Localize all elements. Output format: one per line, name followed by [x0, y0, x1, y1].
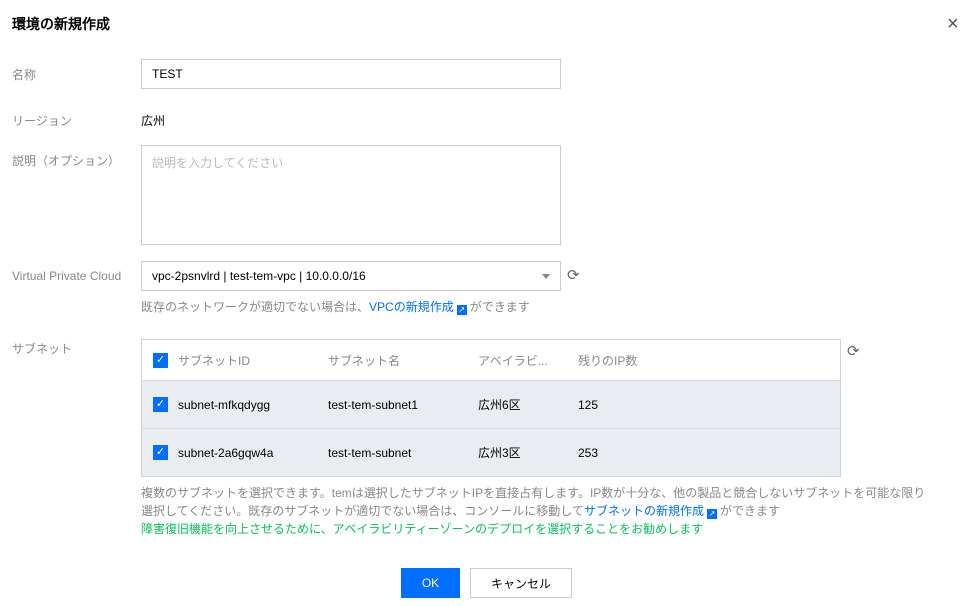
vpc-help-suffix: ができます — [469, 300, 530, 314]
subnet-zone: 広州6区 — [478, 398, 521, 412]
subnet-name: test-tem-subnet — [328, 445, 412, 460]
vpc-label: Virtual Private Cloud — [12, 269, 122, 283]
subnet-zone: 広州3区 — [478, 446, 521, 460]
table-header: ✓ サブネットID サブネット名 アベイラビ... 残りのIP数 — [142, 340, 840, 380]
row-checkbox[interactable]: ✓ — [153, 397, 168, 412]
table-row[interactable]: ✓ subnet-mfkqdygg test-tem-subnet1 広州6区 … — [142, 380, 840, 428]
name-input[interactable]: TEST — [141, 59, 561, 89]
subnet-ips: 125 — [578, 397, 599, 412]
subnet-ips: 253 — [578, 445, 599, 460]
vpc-help-text: 既存のネットワークが適切でない場合は、 — [141, 300, 370, 314]
vpc-refresh-icon[interactable]: ⟳ — [567, 266, 580, 284]
row-checkbox[interactable]: ✓ — [153, 445, 168, 460]
subnet-help-line1: 複数のサブネットを選択できます。temは選択したサブネットIPを直接占有します。… — [141, 486, 926, 500]
subnet-label: サブネット — [12, 342, 73, 356]
subnet-help: 複数のサブネットを選択できます。temは選択したサブネットIPを直接占有します。… — [141, 484, 941, 538]
dialog-title: 環境の新規作成 — [12, 16, 110, 32]
subnet-table: ✓ サブネットID サブネット名 アベイラビ... 残りのIP数 ✓ subne… — [141, 339, 841, 477]
table-row[interactable]: ✓ subnet-2a6gqw4a test-tem-subnet 広州3区 2… — [142, 428, 840, 476]
subnet-id: subnet-2a6gqw4a — [178, 445, 274, 460]
create-vpc-link[interactable]: VPCの新規作成 — [369, 300, 454, 314]
name-label: 名称 — [12, 68, 37, 82]
region-label: リージョン — [12, 114, 72, 128]
external-link-icon: ↗ — [456, 305, 467, 315]
select-all-checkbox[interactable]: ✓ — [153, 352, 168, 368]
description-label: 説明（オプション） — [12, 154, 121, 168]
region-value: 広州 — [141, 114, 166, 128]
column-header: サブネット名 — [328, 353, 401, 368]
vpc-help: 既存のネットワークが適切でない場合は、VPCの新規作成 ↗ ができます — [141, 298, 530, 316]
subnet-name: test-tem-subnet1 — [328, 397, 419, 412]
chevron-down-icon — [542, 273, 550, 279]
ok-button[interactable]: OK — [401, 568, 460, 598]
cancel-button[interactable]: キャンセル — [470, 568, 572, 598]
vpc-select-value: vpc-2psnvlrd | test-tem-vpc | 10.0.0.0/1… — [152, 269, 366, 283]
subnet-help-line2: 選択してください。既存のサブネットが適切でない場合は、コンソールに移動して — [141, 504, 584, 518]
subnet-id: subnet-mfkqdygg — [178, 397, 271, 412]
column-header: サブネットID — [178, 353, 251, 368]
external-link-icon: ↗ — [706, 509, 717, 519]
subnet-recommendation: 障害復旧機能を向上させるために、アベイラビリティーゾーンのデプロイを選択すること… — [141, 522, 704, 536]
vpc-select[interactable]: vpc-2psnvlrd | test-tem-vpc | 10.0.0.0/1… — [141, 261, 561, 291]
close-icon[interactable]: × — [947, 14, 959, 34]
create-subnet-link[interactable]: サブネットの新規作成 — [584, 504, 704, 518]
subnet-help-suffix: ができます — [719, 504, 780, 518]
column-header: 残りのIP数 — [578, 353, 638, 368]
description-textarea[interactable]: 説明を入力してください — [141, 145, 561, 245]
column-header: アベイラビ... — [478, 353, 548, 368]
subnet-refresh-icon[interactable]: ⟳ — [847, 342, 860, 360]
